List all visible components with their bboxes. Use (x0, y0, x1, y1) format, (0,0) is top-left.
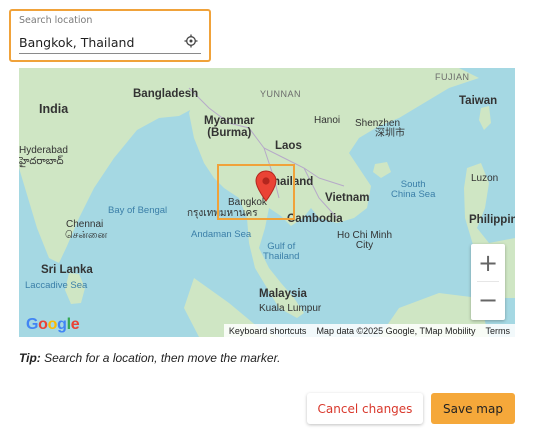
google-logo-letter: g (57, 316, 67, 333)
map-label-shenzhen-native: 深圳市 (375, 128, 405, 139)
map-label-ho-chi-minh: Ho Chi Minh City (337, 230, 393, 251)
tip-prefix: Tip: (19, 351, 41, 365)
map-label-philippines: Philippin (469, 214, 515, 226)
map-label-myanmar: Myanmar (Burma) (204, 115, 255, 139)
google-logo: Google (26, 316, 80, 334)
map-label-chennai-native: சென்னை (65, 230, 108, 241)
zoom-control: + − (471, 244, 505, 320)
search-location-box[interactable]: Search location (9, 9, 211, 62)
map-label-malaysia: Malaysia (259, 288, 307, 300)
map-label-fujian: FUJIAN (435, 72, 470, 82)
map-label-gulf-of-thailand: Gulf of Thailand (263, 241, 300, 262)
map-label-sri-lanka: Sri Lanka (41, 264, 93, 276)
map-label-kuala-lumpur: Kuala Lumpur (259, 303, 322, 314)
search-location-input[interactable] (19, 33, 179, 51)
map-attribution: Keyboard shortcuts Map data ©2025 Google… (223, 324, 516, 337)
map-label-south-china-sea: South China Sea (391, 179, 436, 200)
map-label-hyderabad-native: హైదరాబాద్ (19, 156, 64, 167)
map-label-cambodia: Cambodia (287, 213, 343, 225)
tip-body: Search for a location, then move the mar… (40, 351, 281, 365)
zoom-out-button[interactable]: − (471, 282, 505, 318)
map-label-andaman-sea: Andaman Sea (191, 229, 252, 240)
search-location-label: Search location (19, 15, 93, 26)
map-label-vietnam: Vietnam (325, 192, 370, 204)
search-underline (19, 53, 201, 54)
map-label-bay-of-bengal: Bay of Bengal (108, 205, 168, 216)
google-logo-letter: G (26, 316, 39, 333)
map-data-text: Map data ©2025 Google, TMap Mobility (316, 325, 476, 336)
my-location-icon[interactable] (184, 34, 198, 48)
zoom-in-button[interactable]: + (471, 245, 505, 281)
google-logo-letter: o (38, 316, 48, 333)
map-label-laccadive-sea: Laccadive Sea (25, 280, 88, 291)
terms-link[interactable]: Terms (481, 326, 516, 336)
map-label-bangladesh: Bangladesh (133, 88, 199, 100)
map-label-hyderabad: Hyderabad (19, 145, 68, 156)
map-label-india: India (39, 102, 69, 116)
google-logo-letter: o (47, 316, 58, 333)
save-map-button[interactable]: Save map (431, 393, 515, 424)
keyboard-shortcuts-link[interactable]: Keyboard shortcuts (224, 326, 312, 336)
map-view[interactable]: YUNNAN FUJIAN India Bangladesh Myanmar (… (19, 68, 515, 337)
map-label-hanoi: Hanoi (314, 115, 341, 126)
map-label-luzon: Luzon (471, 173, 499, 184)
map-label-yunnan: YUNNAN (260, 89, 302, 99)
tip-text: Tip: Search for a location, then move th… (19, 351, 280, 365)
location-marker-icon[interactable] (255, 170, 277, 202)
map-label-chennai: Chennai (66, 219, 104, 230)
map-label-taiwan: Taiwan (459, 95, 498, 107)
map-label-laos: Laos (275, 140, 302, 152)
google-logo-letter: e (70, 316, 80, 333)
cancel-changes-button[interactable]: Cancel changes (307, 393, 423, 424)
